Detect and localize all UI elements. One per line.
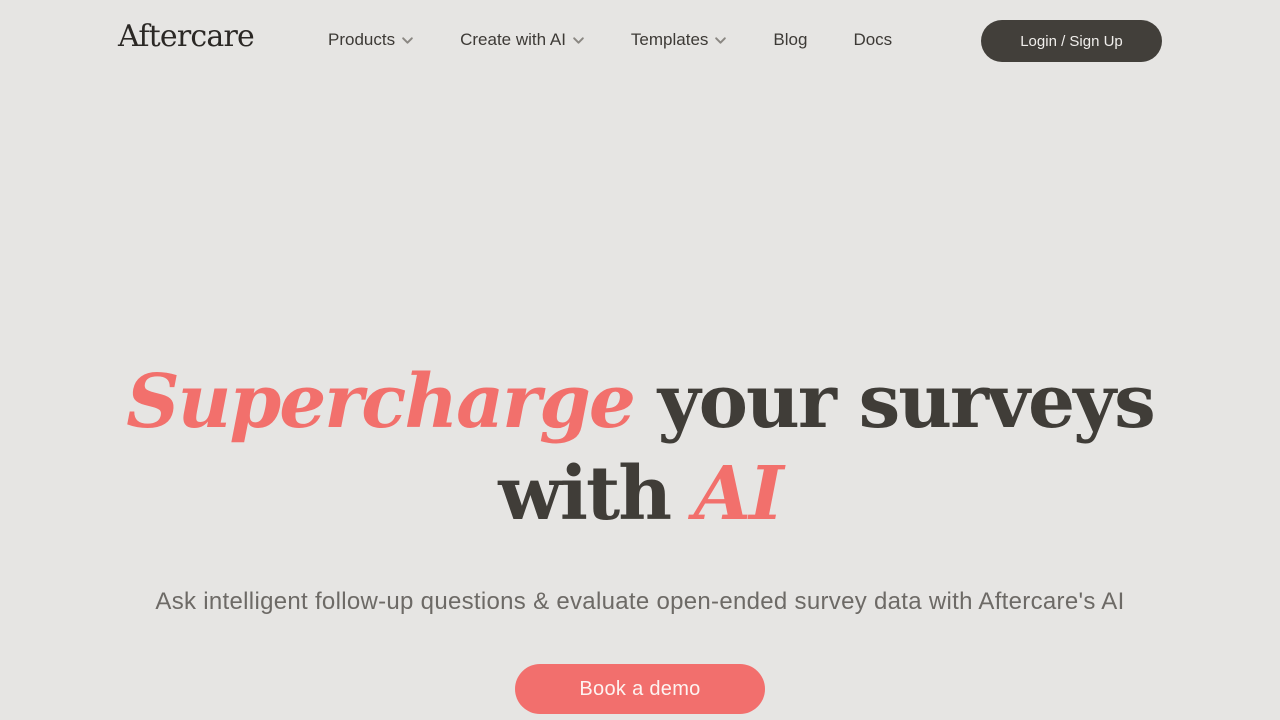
- hero-subtitle: Ask intelligent follow-up questions & ev…: [155, 588, 1125, 615]
- hero-title-accent: AI: [693, 451, 784, 537]
- aftercare-logo[interactable]: Aftercare: [118, 18, 255, 56]
- nav-item-label: Create with AI: [460, 30, 566, 49]
- nav-item-label: Blog: [773, 30, 808, 49]
- nav-item-templates[interactable]: Templates: [631, 30, 727, 50]
- chevron-down-icon: [402, 36, 413, 44]
- nav-item-label: Templates: [630, 30, 709, 49]
- hero-title-text: your surveys: [633, 359, 1156, 445]
- chevron-down-icon: [573, 36, 584, 44]
- hero-title: Supercharge your surveys with AI: [0, 356, 1280, 540]
- nav-item-blog[interactable]: Blog: [773, 30, 807, 50]
- site-header: Aftercare Products Create with AI Templa…: [0, 0, 1280, 82]
- nav-item-label: Products: [328, 30, 396, 49]
- nav-item-label: Docs: [853, 30, 893, 49]
- nav-item-docs[interactable]: Docs: [853, 30, 892, 50]
- book-demo-button[interactable]: Book a demo: [515, 664, 765, 714]
- hero-title-text: with: [498, 451, 694, 537]
- login-signup-button[interactable]: Login / Sign Up: [981, 20, 1162, 62]
- main-nav: Products Create with AI Templates Blog D…: [328, 28, 892, 52]
- nav-item-products[interactable]: Products: [328, 30, 414, 50]
- nav-item-create-with-ai[interactable]: Create with AI: [460, 30, 585, 50]
- chevron-down-icon: [715, 36, 727, 44]
- hero-title-accent: Supercharge: [126, 359, 636, 445]
